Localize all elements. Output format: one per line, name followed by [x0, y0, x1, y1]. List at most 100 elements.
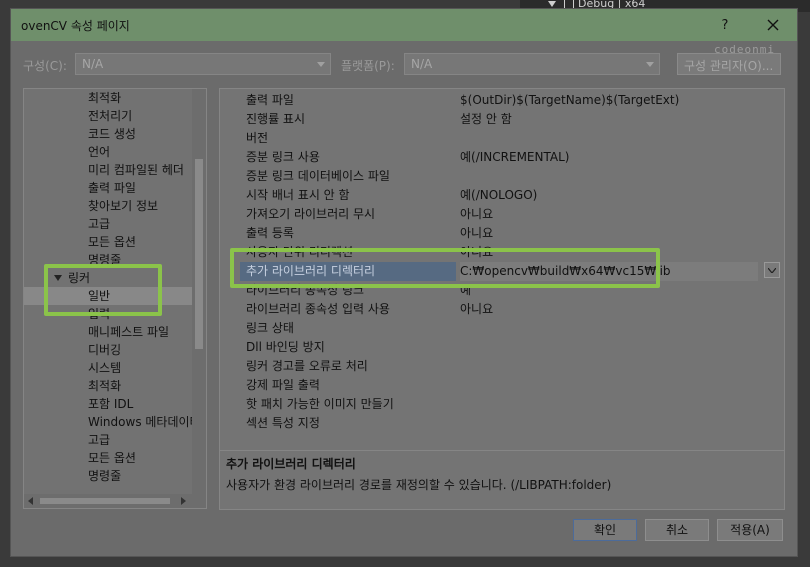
tree-horizontal-scrollbar[interactable]: [24, 494, 206, 508]
tree-item-linker-advanced[interactable]: 고급: [24, 431, 192, 449]
close-button[interactable]: [763, 15, 783, 35]
chevron-down-icon: [317, 62, 325, 67]
tree-horizontal-scroll-thumb[interactable]: [40, 498, 170, 504]
property-value: 설정 안 함: [460, 112, 512, 126]
apply-button[interactable]: 적용(A): [717, 519, 783, 541]
tree-vertical-scrollbar[interactable]: [192, 89, 206, 508]
property-value: 예(/INCREMENTAL): [460, 150, 570, 164]
platform-select[interactable]: N/A: [404, 53, 660, 75]
title-bar: ovenCV 속성 페이지 ?: [11, 9, 797, 41]
tree-item-linker-embedded-idl[interactable]: 포함 IDL: [24, 395, 192, 413]
property-row[interactable]: 시작 배너 표시 안 함 예(/NOLOGO): [220, 186, 784, 205]
description-title: 추가 라이브러리 디렉터리: [226, 457, 356, 471]
platform-value: N/A: [411, 57, 433, 71]
property-name: Dll 바인딩 방지: [246, 340, 325, 354]
property-name: 버전: [246, 131, 269, 145]
tree-group-linker-label: 링커: [68, 271, 91, 285]
tree-item-advanced[interactable]: 고급: [24, 215, 192, 233]
property-row[interactable]: 섹션 특성 지정: [220, 414, 784, 433]
configuration-select[interactable]: N/A: [75, 53, 331, 75]
tree-item-all-options[interactable]: 모든 옵션: [24, 233, 192, 251]
close-icon: [767, 19, 779, 31]
property-value: 아니요: [460, 302, 494, 316]
property-row-additional-library-directories[interactable]: 추가 라이브러리 디렉터리 C:₩opencv₩build₩x64₩vc15₩l…: [220, 262, 784, 281]
tree-item-browse-information[interactable]: 찾아보기 정보: [24, 197, 192, 215]
tree-item-linker-general[interactable]: 일반: [24, 287, 192, 305]
help-button[interactable]: ?: [715, 15, 735, 35]
configuration-value: N/A: [82, 57, 104, 71]
property-row[interactable]: 출력 등록 아니요: [220, 224, 784, 243]
property-name: 가져오기 라이브러리 무시: [246, 207, 376, 221]
property-row[interactable]: 증분 링크 사용 예(/INCREMENTAL): [220, 148, 784, 167]
property-row[interactable]: 버전: [220, 129, 784, 148]
tree-item-linker-optimization[interactable]: 최적화: [24, 377, 192, 395]
property-row[interactable]: 링커 경고를 오류로 처리: [220, 357, 784, 376]
tree-item-linker-manifest-file[interactable]: 매니페스트 파일: [24, 323, 192, 341]
property-value: 아니요: [460, 207, 494, 221]
property-dropdown-button[interactable]: [764, 262, 780, 278]
property-row[interactable]: 강제 파일 출력: [220, 376, 784, 395]
tree-item-code-generation[interactable]: 코드 생성: [24, 125, 192, 143]
tree-item-precompiled-headers[interactable]: 미리 컴파일된 헤더: [24, 161, 192, 179]
tree-item-linker-input[interactable]: 입력: [24, 305, 192, 323]
property-value: 아니요: [460, 245, 494, 259]
expand-triangle-icon: [54, 275, 62, 281]
expand-triangle-icon: [548, 0, 556, 7]
window-title: ovenCV 속성 페이지: [21, 19, 130, 33]
property-name: 사용자 단위 리디렉션: [246, 245, 353, 259]
property-name: 라이브러리 종속성 링크: [246, 283, 365, 297]
tree-item-language[interactable]: 언어: [24, 143, 192, 161]
property-name: 핫 패치 가능한 이미지 만들기: [246, 397, 394, 411]
tree-item-optimization[interactable]: 최적화: [24, 89, 192, 107]
property-row[interactable]: 진행률 표시 설정 안 함: [220, 110, 784, 129]
scroll-right-icon[interactable]: [181, 497, 186, 505]
configuration-manager-button[interactable]: 구성 관리자(O)...: [677, 53, 781, 75]
category-tree[interactable]: 최적화 전처리기 코드 생성 언어 미리 컴파일된 헤더 출력 파일 찾아보기 …: [23, 88, 207, 509]
property-pages-dialog: ovenCV 속성 페이지 ? codeonmi 구성(C): N/A 플랫폼(…: [10, 8, 798, 557]
property-row[interactable]: 증분 링크 데이터베이스 파일: [220, 167, 784, 186]
chevron-down-icon: [768, 268, 776, 273]
property-value: 아니요: [460, 226, 494, 240]
property-name: 증분 링크 사용: [246, 150, 320, 164]
tree-vertical-scroll-thumb[interactable]: [195, 159, 203, 349]
property-name: 출력 등록: [246, 226, 294, 240]
property-value-field[interactable]: C:₩opencv₩build₩x64₩vc15₩lib: [460, 262, 758, 281]
property-name: 추가 라이브러리 디렉터리: [240, 262, 456, 281]
property-row[interactable]: 라이브러리 종속성 링크 예: [220, 281, 784, 300]
tree-group-linker[interactable]: 링커: [24, 269, 192, 287]
configuration-row: 구성(C): N/A 플랫폼(P): N/A 구성 관리자(O)...: [11, 53, 797, 77]
property-name: 라이브러리 종속성 입력 사용: [246, 302, 390, 316]
property-row[interactable]: 핫 패치 가능한 이미지 만들기: [220, 395, 784, 414]
property-row[interactable]: 링크 상태: [220, 319, 784, 338]
cancel-button[interactable]: 취소: [645, 519, 709, 541]
platform-label: 플랫폼(P):: [341, 59, 395, 73]
property-row[interactable]: 출력 파일 $(OutDir)$(TargetName)$(TargetExt): [220, 91, 784, 110]
property-name: 출력 파일: [246, 93, 294, 107]
tree-item-preprocessor[interactable]: 전처리기: [24, 107, 192, 125]
property-name: 링커 경고를 오류로 처리: [246, 359, 368, 373]
description-panel: 추가 라이브러리 디렉터리 사용자가 환경 라이브러리 경로를 재정의할 수 있…: [219, 450, 785, 510]
property-row[interactable]: 사용자 단위 리디렉션 아니요: [220, 243, 784, 262]
ok-button[interactable]: 확인: [573, 519, 637, 541]
tree-item-output-files[interactable]: 출력 파일: [24, 179, 192, 197]
scroll-left-icon[interactable]: [28, 497, 33, 505]
property-row[interactable]: Dll 바인딩 방지: [220, 338, 784, 357]
property-value: 예(/NOLOGO): [460, 188, 538, 202]
property-grid: 출력 파일 $(OutDir)$(TargetName)$(TargetExt)…: [219, 88, 785, 452]
property-name: 진행률 표시: [246, 112, 306, 126]
description-text: 사용자가 환경 라이브러리 경로를 재정의할 수 있습니다. (/LIBPATH…: [226, 478, 612, 492]
property-name: 강제 파일 출력: [246, 378, 320, 392]
tree-item-command-line[interactable]: 명령줄: [24, 251, 192, 269]
tree-item-linker-debugging[interactable]: 디버깅: [24, 341, 192, 359]
property-name: 시작 배너 표시 안 함: [246, 188, 350, 202]
property-name: 증분 링크 데이터베이스 파일: [246, 169, 390, 183]
property-name: 섹션 특성 지정: [246, 416, 320, 430]
tree-item-linker-all-options[interactable]: 모든 옵션: [24, 449, 192, 467]
property-name: 링크 상태: [246, 321, 294, 335]
tree-list: 최적화 전처리기 코드 생성 언어 미리 컴파일된 헤더 출력 파일 찾아보기 …: [24, 89, 192, 485]
tree-item-linker-command-line[interactable]: 명령줄: [24, 467, 192, 485]
tree-item-linker-system[interactable]: 시스템: [24, 359, 192, 377]
property-row[interactable]: 가져오기 라이브러리 무시 아니요: [220, 205, 784, 224]
property-row[interactable]: 라이브러리 종속성 입력 사용 아니요: [220, 300, 784, 319]
tree-item-linker-windows-metadata[interactable]: Windows 메타데이터: [24, 413, 192, 431]
